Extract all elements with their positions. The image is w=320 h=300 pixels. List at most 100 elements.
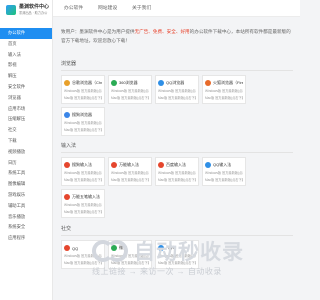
software-card[interactable]: 360浏览器 Windows版 官方最新版(点击下载) Mac版 官方最新版(点击下… [108,75,152,104]
notice-prefix: 致用户：墨渊软件中心是为用户提供 [61,29,135,34]
app-name[interactable]: 搜狗浏览器 [72,112,92,118]
sidebar-item[interactable]: 解压 [0,71,52,82]
app-name[interactable]: 百度输入法 [166,162,186,168]
sidebar-item[interactable]: 浏览器 [0,93,52,104]
mac-download-link[interactable]: Mac版 官方最新版(点击下载) [158,261,196,266]
windows-download-link[interactable]: Windows版 官方最新版(点击下载) [64,89,102,94]
software-card[interactable]: 搜狗输入法 Windows版 官方最新版(点击下载) Mac版 官方最新版(点击下载… [61,157,105,186]
mac-download-link[interactable]: Mac版 官方最新版(点击下载) [205,96,243,101]
app-icon [111,162,117,168]
section-divider [61,152,293,153]
app-name[interactable]: 谷歌浏览器（Chrome） [72,80,102,86]
software-card[interactable]: QQ浏览器 Windows版 官方最新版(点击下载) Mac版 官方最新版(点击下载… [155,75,199,104]
windows-download-link[interactable]: Windows版 官方最新版(点击下载) [64,203,102,208]
software-card[interactable]: 飞书 Windows版 官方最新版(点击下载) Mac版 官方最新版(点击下载) [155,240,199,269]
windows-download-link[interactable]: Windows版 官方最新版(点击下载) [64,121,102,126]
app-icon [158,245,164,251]
mac-download-link[interactable]: Mac版 官方最新版(点击下载) [111,261,149,266]
app-name[interactable]: 飞书 [166,245,174,251]
windows-download-link[interactable]: Windows版 官方最新版(点击下载) [158,171,196,176]
sidebar-item[interactable]: 应用程序 [0,233,52,244]
mac-download-link[interactable]: Mac版 官方最新版(点击下载) [64,178,102,183]
app-icon [64,112,70,118]
windows-download-link[interactable]: Windows版 官方最新版(点击下载) [111,171,149,176]
app-name[interactable]: QQ浏览器 [166,80,184,86]
sidebar-item[interactable]: 社交 [0,125,52,136]
app-icon [111,245,117,251]
top-nav: 办公软件 网站建设 关于我们 [53,0,300,17]
software-card[interactable]: 谷歌浏览器（Chrome） Windows版 官方最新版(点击下载) Mac版 官方… [61,75,105,104]
windows-download-link[interactable]: Windows版 官方最新版(点击下载) [205,171,243,176]
sidebar-item[interactable]: 应用市场 [0,104,52,115]
software-card[interactable]: QQ输入法 Windows版 官方最新版(点击下载) Mac版 官方最新版(点击下载… [202,157,246,186]
sidebar-item[interactable]: 系统工具 [0,168,52,179]
section: 浏览器谷歌浏览器（Chrome） Windows版 官方最新版(点击下载) Mac版… [61,60,293,136]
app-icon [64,245,70,251]
sidebar-item[interactable]: 视频播放 [0,147,52,158]
sidebar-item[interactable]: 下载 [0,136,52,147]
mac-download-link[interactable]: Mac版 官方最新版(点击下载) [64,261,102,266]
software-card[interactable]: QQ Windows版 官方最新版(点击下载) Mac版 官方最新版(点击下载) [61,240,105,269]
sidebar-item[interactable]: 压缩解压 [0,114,52,125]
app-name[interactable]: 360浏览器 [119,80,138,86]
mac-download-link[interactable]: Mac版 官方最新版(点击下载) [111,96,149,101]
section-divider [61,70,293,71]
sidebar-item[interactable]: 输入法 [0,50,52,61]
app-name[interactable]: 搜狗输入法 [72,162,92,168]
mac-download-link[interactable]: Mac版 官方最新版(点击下载) [158,178,196,183]
sidebar-item[interactable]: 系统安全 [0,222,52,233]
sidebar-item[interactable]: 办公软件 [0,28,52,39]
section-title: 输入法 [61,143,77,149]
brand-subtitle: 墨渊出品 · 助力办公 [19,11,48,15]
sidebar-item[interactable]: 影视 [0,60,52,71]
software-card[interactable]: 搜狗浏览器 Windows版 官方最新版(点击下载) Mac版 官方最新版(点击下载… [61,107,105,136]
top-nav-item-website[interactable]: 网站建设 [98,0,117,17]
app-name[interactable]: 微信 [119,245,127,251]
mac-download-link[interactable]: Mac版 官方最新版(点击下载) [205,178,243,183]
app-icon [205,162,211,168]
app-name[interactable]: 万能输入法 [119,162,139,168]
section-divider [61,235,293,236]
sidebar-item[interactable]: 日历 [0,158,52,169]
app-icon [158,80,164,86]
mac-download-link[interactable]: Mac版 官方最新版(点击下载) [111,178,149,183]
logo[interactable]: 墨渊软件中心 墨渊出品 · 助力办公 [0,0,52,26]
windows-download-link[interactable]: Windows版 官方最新版(点击下载) [111,254,149,259]
section: 输入法搜狗输入法 Windows版 官方最新版(点击下载) Mac版 官方最新版(点… [61,142,293,218]
app-icon [64,194,70,200]
sidebar-item[interactable]: 安全软件 [0,82,52,93]
software-card[interactable]: 微信 Windows版 官方最新版(点击下载) Mac版 官方最新版(点击下载) [108,240,152,269]
section: 社交 QQ Windows版 官方最新版(点击下载) Mac版 官方最新版(点击下载)… [61,225,293,269]
app-icon [64,80,70,86]
app-name[interactable]: QQ [72,246,78,251]
mac-download-link[interactable]: Mac版 官方最新版(点击下载) [64,96,102,101]
windows-download-link[interactable]: Windows版 官方最新版(点击下载) [205,89,243,94]
app-name[interactable]: QQ输入法 [213,162,231,168]
sidebar-item[interactable]: 图像编辑 [0,179,52,190]
section-title: 社交 [61,226,72,232]
software-card[interactable]: 火狐浏览器（Firefox） Windows版 官方最新版(点击下载) Mac版 官… [202,75,246,104]
mac-download-link[interactable]: Mac版 官方最新版(点击下载) [64,128,102,133]
software-card[interactable]: 万能输入法 Windows版 官方最新版(点击下载) Mac版 官方最新版(点击下载… [108,157,152,186]
sidebar-item[interactable]: 首页 [0,39,52,50]
windows-download-link[interactable]: Windows版 官方最新版(点击下载) [64,254,102,259]
top-nav-item-office[interactable]: 办公软件 [64,0,83,17]
windows-download-link[interactable]: Windows版 官方最新版(点击下载) [158,254,196,259]
app-name[interactable]: 万能五笔输入法 [72,194,100,200]
windows-download-link[interactable]: Windows版 官方最新版(点击下载) [158,89,196,94]
app-icon [64,162,70,168]
mac-download-link[interactable]: Mac版 官方最新版(点击下载) [158,96,196,101]
sidebar-item[interactable]: 辅助工具 [0,201,52,212]
app-name[interactable]: 火狐浏览器（Firefox） [213,80,243,86]
logo-icon [6,5,16,15]
sidebar-item[interactable]: 游戏娱乐 [0,190,52,201]
sidebar-item[interactable]: 音乐播放 [0,212,52,223]
software-card[interactable]: 万能五笔输入法 Windows版 官方最新版(点击下载) Mac版 官方最新版(点击… [61,189,105,218]
app-icon [205,80,211,86]
mac-download-link[interactable]: Mac版 官方最新版(点击下载) [64,210,102,215]
windows-download-link[interactable]: Windows版 官方最新版(点击下载) [64,171,102,176]
windows-download-link[interactable]: Windows版 官方最新版(点击下载) [111,89,149,94]
top-nav-item-about[interactable]: 关于我们 [132,0,151,17]
sidebar-menu: 办公软件 首页 输入法 影视 解压 安全软件 浏览器 应用市场 压缩解压 社交 下载 视频播放 日历 系统… [0,28,52,244]
software-card[interactable]: 百度输入法 Windows版 官方最新版(点击下载) Mac版 官方最新版(点击下载… [155,157,199,186]
